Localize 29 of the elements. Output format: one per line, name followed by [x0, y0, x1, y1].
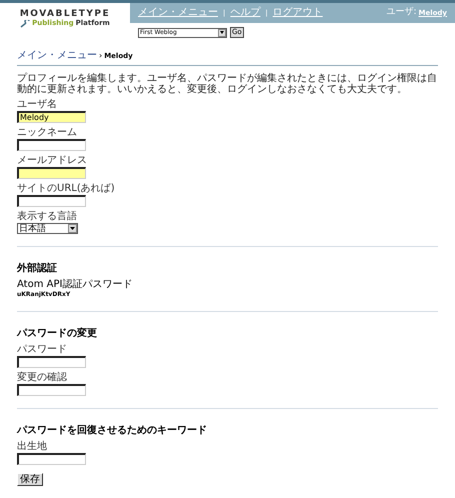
text-field[interactable]: [17, 384, 86, 396]
wrench-icon: [20, 20, 30, 28]
text-field[interactable]: [17, 195, 86, 207]
user-label: ユーザ:: [386, 6, 416, 20]
section-heading: パスワードを回復させるためのキーワード: [17, 425, 208, 437]
text-field[interactable]: Melody: [17, 111, 86, 123]
language-select[interactable]: 日本語: [17, 223, 78, 234]
logo-title: MOVABLETYPE: [20, 9, 110, 19]
dropdown-arrow-icon: [68, 224, 77, 233]
field-label: サイトのURL(あれば): [17, 183, 116, 195]
intro-text: プロフィールを編集します。ユーザ名、パスワードが編集されたときには、ログイン権限は自動的に更新されます。いいかえると、変更後、ログインしなおさなくても大丈夫です。: [17, 73, 438, 95]
breadcrumb-link[interactable]: メイン・メニュー: [17, 50, 97, 62]
save-button[interactable]: 保存: [17, 473, 43, 486]
field-label: 変更の確認: [17, 372, 68, 384]
text-field[interactable]: [17, 167, 86, 179]
field-label: 出生地: [17, 441, 48, 453]
text-field[interactable]: [17, 356, 86, 368]
field-label: Atom API認証パスワード: [17, 279, 134, 291]
field-label: 表示する言語: [17, 211, 78, 223]
dropdown-arrow-icon: [218, 28, 226, 36]
field-label: ユーザ名: [17, 99, 58, 111]
text-field[interactable]: [17, 453, 86, 465]
field-label: ニックネーム: [17, 127, 78, 139]
section-heading: 外部認証: [17, 263, 58, 275]
text-field[interactable]: [17, 139, 86, 151]
field-label: メールアドレス: [17, 155, 88, 167]
breadcrumb-separator: ›: [99, 50, 102, 62]
section-heading: パスワードの変更: [17, 328, 98, 340]
field-label: パスワード: [17, 344, 68, 356]
